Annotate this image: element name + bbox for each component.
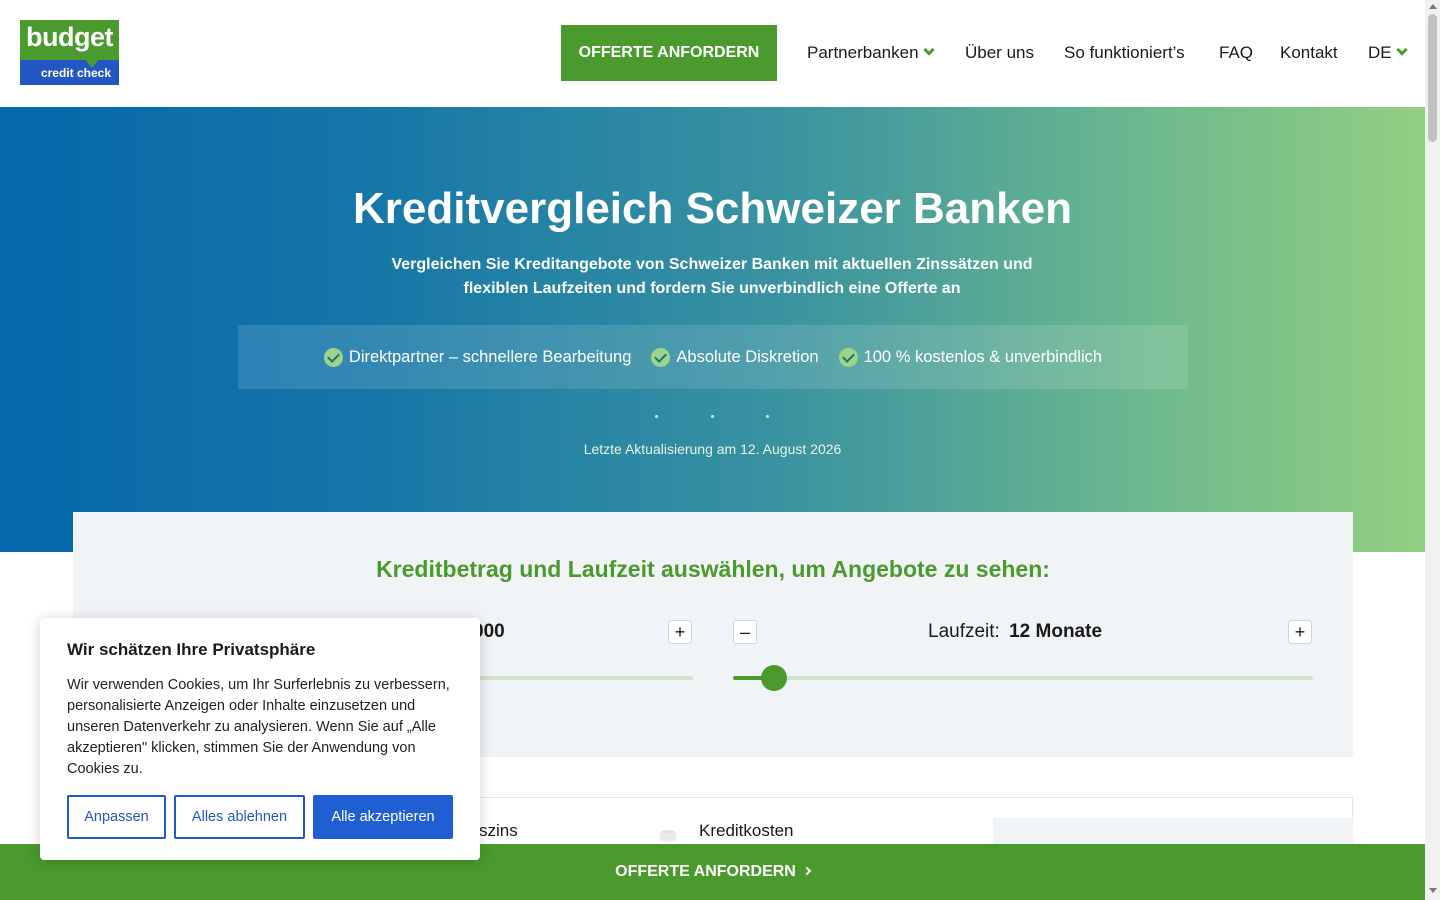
feature-item: 100 % kostenlos & unverbindlich xyxy=(838,347,1103,367)
column-credit-costs: Kreditkosten xyxy=(699,821,794,840)
check-circle-icon xyxy=(651,347,671,367)
amount-slider-track[interactable] xyxy=(453,676,693,680)
term-label: Laufzeit: xyxy=(928,621,1000,642)
term-value: 12 Monate xyxy=(1009,621,1103,642)
term-display: Laufzeit: 12 Monate xyxy=(928,621,1102,643)
last-updated-text: Letzte Aktualisierung am 12. August 2026 xyxy=(583,441,842,457)
cookie-consent-dialog: Wir schätzen Ihre Privatsphäre Wir verwe… xyxy=(40,618,480,860)
carousel-dot[interactable] xyxy=(766,415,769,418)
language-label: DE xyxy=(1368,43,1392,62)
language-selector[interactable]: DE xyxy=(1368,42,1408,64)
logo-tagline: credit check xyxy=(20,60,119,85)
feature-label: Direktpartner – schnellere Bearbeitung xyxy=(348,347,632,366)
hero-subtitle: Vergleichen Sie Kreditangebote von Schwe… xyxy=(391,256,1033,297)
check-circle-icon xyxy=(838,347,858,367)
chevron-right-icon xyxy=(802,866,812,876)
scroll-up-arrow-icon[interactable] xyxy=(1429,4,1437,9)
page-scrollbar[interactable] xyxy=(1425,0,1440,900)
feature-label: Absolute Diskretion xyxy=(676,347,819,366)
calculator-title: Kreditbetrag und Laufzeit auswählen, um … xyxy=(376,556,1050,582)
column-interest-rate: szins xyxy=(479,821,518,840)
nav-kontakt[interactable]: Kontakt xyxy=(1280,42,1338,64)
nav-partnerbanken-label: Partnerbanken xyxy=(807,43,919,62)
cookie-customize-button[interactable]: Anpassen xyxy=(67,795,166,839)
nav-so-funktionierts[interactable]: So funktioniert’s xyxy=(1064,42,1185,64)
hero-section: Kreditvergleich Schweizer Banken Verglei… xyxy=(0,107,1425,552)
carousel-dot[interactable] xyxy=(655,415,658,418)
page-title: Kreditvergleich Schweizer Banken xyxy=(353,184,1072,233)
cookie-title: Wir schätzen Ihre Privatsphäre xyxy=(67,640,316,659)
cookie-text: Wir verwenden Cookies, um Ihr Surferlebn… xyxy=(67,677,450,777)
request-offer-button[interactable]: OFFERTE ANFORDERN xyxy=(561,25,777,81)
amount-increase-button[interactable]: + xyxy=(668,620,692,644)
budget-credit-check-logo[interactable]: budget credit check xyxy=(20,20,119,85)
check-circle-icon xyxy=(323,347,343,367)
term-increase-button[interactable]: + xyxy=(1288,620,1312,644)
nav-faq[interactable]: FAQ xyxy=(1219,42,1253,64)
chevron-down-icon xyxy=(1395,44,1408,56)
nav-ueber-uns[interactable]: Über uns xyxy=(965,42,1034,64)
feature-item: Absolute Diskretion xyxy=(651,347,819,367)
term-slider-track[interactable] xyxy=(733,676,1313,680)
carousel-dot[interactable] xyxy=(711,415,714,418)
cookie-accept-all-button[interactable]: Alle akzeptieren xyxy=(313,795,453,839)
logo-speech-notch xyxy=(84,58,100,68)
chevron-down-icon xyxy=(922,44,935,56)
scrollbar-thumb[interactable] xyxy=(1428,14,1437,142)
site-header: budget credit check OFFERTE ANFORDERN Pa… xyxy=(0,0,1425,107)
feature-label: 100 % kostenlos & unverbindlich xyxy=(863,347,1103,366)
carousel-dots xyxy=(655,415,775,421)
cookie-reject-all-button[interactable]: Alles ablehnen xyxy=(174,795,305,839)
term-decrease-button[interactable]: – xyxy=(733,620,757,644)
feature-bar: Direktpartner – schnellere Bearbeitung A… xyxy=(238,325,1188,389)
feature-item: Direktpartner – schnellere Bearbeitung xyxy=(323,347,632,367)
sticky-cta-label: OFFERTE ANFORDERN xyxy=(615,863,796,880)
logo-wordmark: budget xyxy=(20,20,119,60)
scroll-down-arrow-icon[interactable] xyxy=(1429,888,1437,893)
term-slider-handle[interactable] xyxy=(760,665,787,691)
nav-partnerbanken[interactable]: Partnerbanken xyxy=(807,42,935,64)
